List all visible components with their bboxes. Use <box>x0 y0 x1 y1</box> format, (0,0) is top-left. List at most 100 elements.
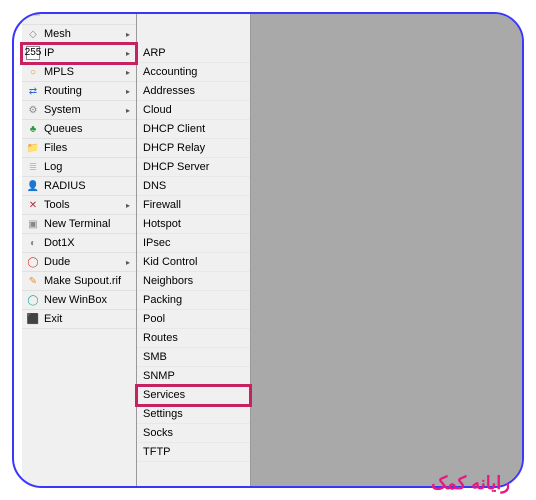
submenu-item-services[interactable]: Services <box>137 386 250 405</box>
chevron-right-icon: ▸ <box>124 201 132 210</box>
submenu-item-label: DHCP Relay <box>143 142 205 154</box>
submenu-item-label: Addresses <box>143 85 195 97</box>
submenu-item-label: Cloud <box>143 104 172 116</box>
submenu-item-label: DNS <box>143 180 166 192</box>
sidebar-item-dude[interactable]: ◯ Dude▸ <box>22 253 136 272</box>
submenu-item-snmp[interactable]: SNMP <box>137 367 250 386</box>
submenu-item-socks[interactable]: Socks <box>137 424 250 443</box>
submenu-item-label: Firewall <box>143 199 181 211</box>
submenu-item-label: Packing <box>143 294 182 306</box>
submenu-item-firewall[interactable]: Firewall <box>137 196 250 215</box>
submenu-item-arp[interactable]: ARP <box>137 44 250 63</box>
sidebar-item-label: Routing <box>44 85 124 97</box>
sidebar-item-dot1x[interactable]: ◐ Dot1X <box>22 234 136 253</box>
submenu-item-label: Services <box>143 389 185 401</box>
submenu-item-dhcp-server[interactable]: DHCP Server <box>137 158 250 177</box>
sidebar-item-label: Files <box>44 142 132 154</box>
submenu-item-label: DHCP Client <box>143 123 205 135</box>
main-sidebar: ──◇Mesh▸255IP▸○MPLS▸⇄Routing▸⚙System▸♣Qu… <box>22 12 137 488</box>
sidebar-item-label: Make Supout.rif <box>44 275 132 287</box>
submenu-item-label: Socks <box>143 427 173 439</box>
new-terminal-icon: ▣ <box>26 217 40 231</box>
sidebar-item-label: Tools <box>44 199 124 211</box>
sidebar-item-ip[interactable]: 255 IP▸ <box>22 44 136 63</box>
submenu-item-ipsec[interactable]: IPsec <box>137 234 250 253</box>
submenu-item-label: Neighbors <box>143 275 193 287</box>
sidebar-item-new-winbox[interactable]: ◯New WinBox <box>22 291 136 310</box>
submenu-item-settings[interactable]: Settings <box>137 405 250 424</box>
sidebar-item-label: IP <box>44 47 124 59</box>
submenu-item-smb[interactable]: SMB <box>137 348 250 367</box>
dude-icon: ◯ <box>26 255 40 269</box>
sidebar-item-label: Dot1X <box>44 237 132 249</box>
radius-icon: 👤 <box>26 179 40 193</box>
app-frame: ──◇Mesh▸255IP▸○MPLS▸⇄Routing▸⚙System▸♣Qu… <box>12 12 524 488</box>
sidebar-item-label: Queues <box>44 123 132 135</box>
chevron-right-icon: ▸ <box>124 258 132 267</box>
submenu-item-label: ARP <box>143 47 166 59</box>
submenu-item-label: DHCP Server <box>143 161 209 173</box>
sidebar-item-routing[interactable]: ⇄ Routing▸ <box>22 82 136 101</box>
submenu-item-tftp[interactable]: TFTP <box>137 443 250 462</box>
ip-submenu: ARP Accounting Addresses Cloud DHCP Client DH… <box>137 12 251 488</box>
submenu-item-pool[interactable]: Pool <box>137 310 250 329</box>
sidebar-item-tools[interactable]: ✕ Tools▸ <box>22 196 136 215</box>
sidebar-item-exit[interactable]: ⬛Exit <box>22 310 136 329</box>
sidebar-item-radius[interactable]: 👤 RADIUS <box>22 177 136 196</box>
mpls-icon: ○ <box>26 65 40 79</box>
sidebar-item-log[interactable]: ≣ Log <box>22 158 136 177</box>
submenu-item-label: SMB <box>143 351 167 363</box>
sidebar-item-label: Dude <box>44 256 124 268</box>
sidebar-item-label: Log <box>44 161 132 173</box>
submenu-item-routes[interactable]: Routes <box>137 329 250 348</box>
app-window: ──◇Mesh▸255IP▸○MPLS▸⇄Routing▸⚙System▸♣Qu… <box>22 12 522 488</box>
system-icon: ⚙ <box>26 103 40 117</box>
brand-watermark: رایانه کمک <box>431 473 510 494</box>
submenu-item-addresses[interactable]: Addresses <box>137 82 250 101</box>
sidebar-item-files[interactable]: 📁 Files <box>22 139 136 158</box>
submenu-item-neighbors[interactable]: Neighbors <box>137 272 250 291</box>
sidebar-item-label: MPLS <box>44 66 124 78</box>
sidebar-item-queues[interactable]: ♣ Queues <box>22 120 136 139</box>
submenu-item-packing[interactable]: Packing <box>137 291 250 310</box>
submenu-item-dhcp-client[interactable]: DHCP Client <box>137 120 250 139</box>
submenu-item-label: IPsec <box>143 237 171 249</box>
submenu-item-dhcp-relay[interactable]: DHCP Relay <box>137 139 250 158</box>
sidebar-item-new-terminal[interactable]: ▣ New Terminal <box>22 215 136 234</box>
sidebar-item-label: System <box>44 104 124 116</box>
submenu-item-label: Settings <box>143 408 183 420</box>
sidebar-item-label: RADIUS <box>44 180 132 192</box>
tools-icon: ✕ <box>26 198 40 212</box>
dot1x-icon: ◐ <box>26 236 40 250</box>
sidebar-item-mpls[interactable]: ○ MPLS▸ <box>22 63 136 82</box>
content-area <box>251 12 522 488</box>
row-0-icon: ── <box>26 12 40 22</box>
mesh-icon: ◇ <box>26 27 40 41</box>
submenu-item-label: Accounting <box>143 66 197 78</box>
files-icon: 📁 <box>26 141 40 155</box>
sidebar-item-make-supout-rif[interactable]: ✎ Make Supout.rif <box>22 272 136 291</box>
chevron-right-icon: ▸ <box>124 106 132 115</box>
submenu-item-kid-control[interactable]: Kid Control <box>137 253 250 272</box>
sidebar-item-label: New Terminal <box>44 218 132 230</box>
sidebar-item-label: New WinBox <box>44 294 132 306</box>
submenu-item-label: Routes <box>143 332 178 344</box>
ip-icon: 255 <box>26 46 40 60</box>
log-icon: ≣ <box>26 160 40 174</box>
chevron-right-icon: ▸ <box>124 49 132 58</box>
sidebar-item-label: Exit <box>44 313 132 325</box>
submenu-item-label: Pool <box>143 313 165 325</box>
submenu-item-accounting[interactable]: Accounting <box>137 63 250 82</box>
submenu-item-dns[interactable]: DNS <box>137 177 250 196</box>
chevron-right-icon: ▸ <box>124 68 132 77</box>
submenu-item-hotspot[interactable]: Hotspot <box>137 215 250 234</box>
sidebar-item-row-0[interactable]: ── <box>22 12 136 25</box>
chevron-right-icon: ▸ <box>124 30 132 39</box>
submenu-item-cloud[interactable]: Cloud <box>137 101 250 120</box>
sidebar-item-mesh[interactable]: ◇Mesh▸ <box>22 25 136 44</box>
chevron-right-icon: ▸ <box>124 87 132 96</box>
queues-icon: ♣ <box>26 122 40 136</box>
make-supout-rif-icon: ✎ <box>26 274 40 288</box>
routing-icon: ⇄ <box>26 84 40 98</box>
sidebar-item-system[interactable]: ⚙ System▸ <box>22 101 136 120</box>
